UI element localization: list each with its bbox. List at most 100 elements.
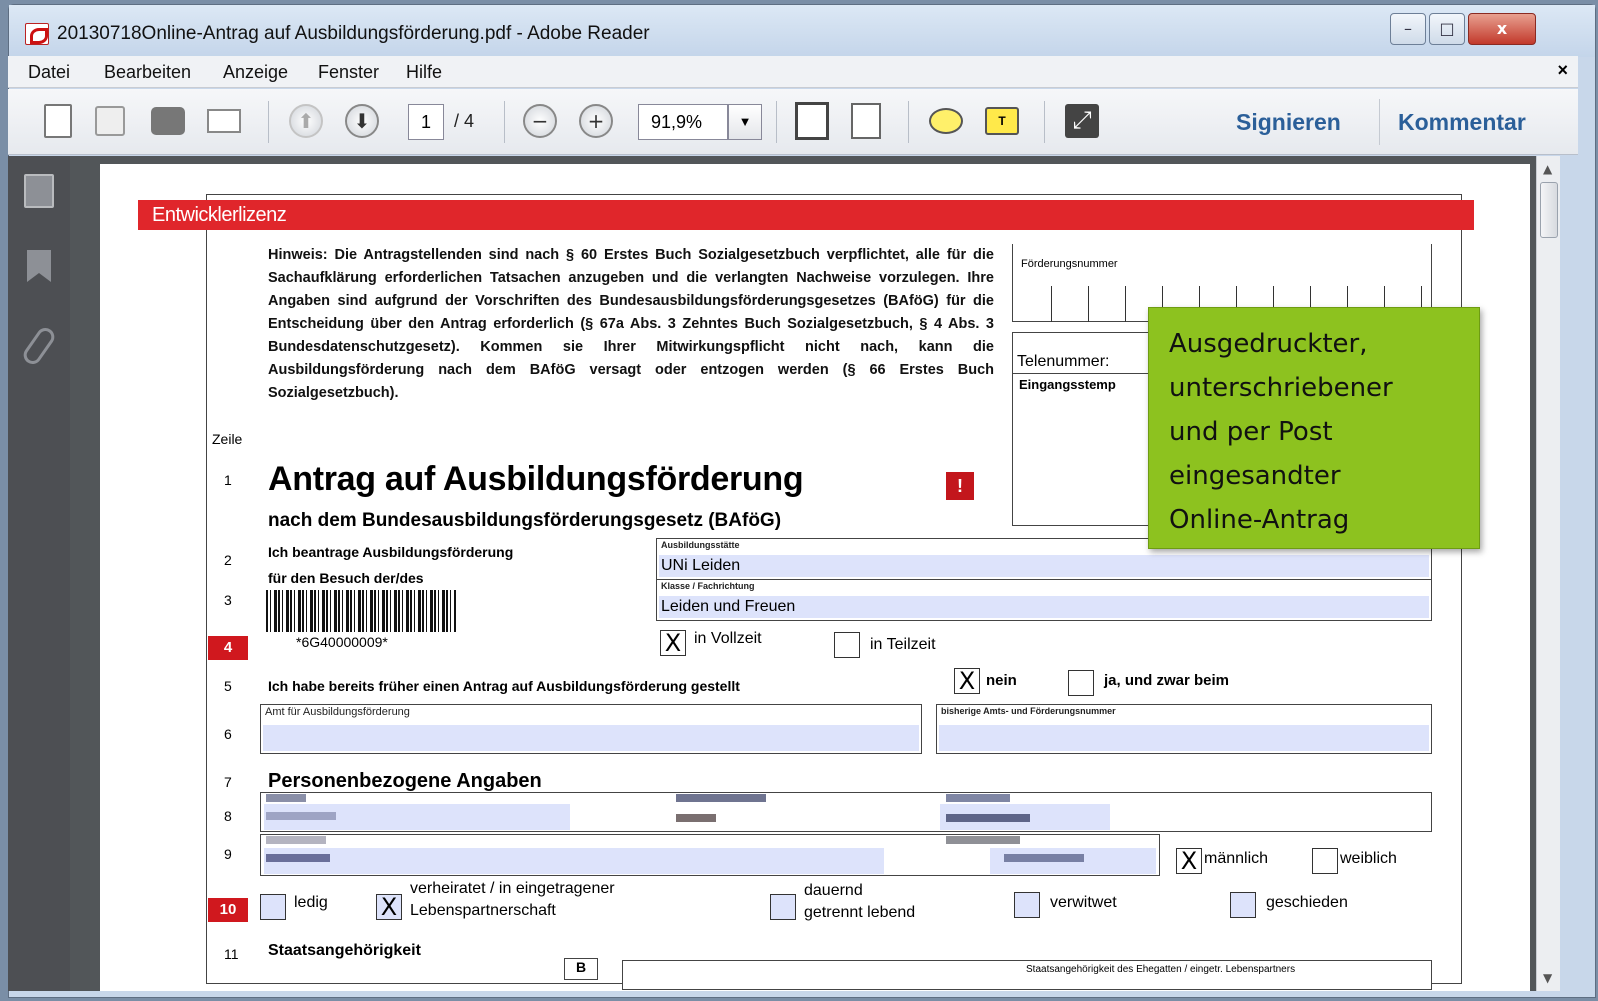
nein-checkbox[interactable]: X (954, 668, 980, 694)
maennlich-checkbox[interactable]: X (1176, 848, 1202, 874)
menu-fenster[interactable]: Fenster (318, 62, 379, 83)
bookmarks-icon[interactable] (27, 250, 51, 282)
menu-datei[interactable]: Datei (28, 62, 70, 83)
teilzeit-checkbox[interactable] (834, 632, 860, 658)
b-marker: B (564, 958, 598, 980)
field-label: bisherige Amts- und Förderungsnummer (941, 706, 1116, 716)
vertical-scrollbar[interactable]: ▲ ▼ (1536, 156, 1560, 991)
callout-line: Ausgedruckter, (1169, 329, 1368, 359)
beantrage-text: Ich beantrage Ausbildungsförderung (268, 544, 514, 560)
save-button[interactable] (90, 101, 130, 141)
klasse-field[interactable]: Klasse / Fachrichtung Leiden und Freuen (656, 579, 1432, 621)
bisherige-nummer-field[interactable]: bisherige Amts- und Förderungsnummer (936, 704, 1432, 754)
ledig-checkbox[interactable] (260, 894, 286, 920)
redacted-text (266, 812, 336, 820)
dauernd-label: dauernd (804, 882, 863, 899)
field-value (263, 725, 919, 751)
staats-ehegatte-label: Staatsangehörigkeit des Ehegatten / eing… (1026, 964, 1296, 975)
print-button[interactable] (148, 101, 188, 141)
annotation-callout: Ausgedruckter, unterschriebener und per … (1148, 307, 1480, 549)
window-title: 20130718Online-Antrag auf Ausbildungsför… (57, 23, 650, 44)
print-icon (151, 107, 185, 135)
zoom-in-button[interactable]: + (576, 101, 616, 141)
comment-icon (929, 108, 963, 134)
getrennt-checkbox[interactable] (770, 894, 796, 920)
page-number-input[interactable]: 1 (408, 104, 444, 140)
toolbar: ⬆ ⬇ 1 / 4 − + 91,9% ▼ T Signieren Kommen… (8, 89, 1578, 155)
sign-button[interactable]: Signieren (1236, 109, 1341, 136)
document-viewer: Hinweis: Die Antragstellenden sind nach … (70, 156, 1536, 991)
save-icon (95, 106, 125, 136)
amt-field[interactable]: Amt für Ausbildungsförderung (260, 704, 922, 754)
toolbar-separator (1379, 99, 1380, 145)
geburtsort-field[interactable] (264, 848, 884, 874)
personenbezogene-heading: Personenbezogene Angaben (268, 770, 542, 792)
toolbar-separator (504, 101, 505, 143)
toolbar-separator (776, 101, 777, 143)
zeile-label: Zeile (212, 431, 243, 447)
vollzeit-checkbox[interactable]: X (660, 630, 686, 656)
fit-page-button[interactable] (792, 101, 832, 141)
besuch-text: für den Besuch der/des (268, 570, 424, 586)
zoom-dropdown[interactable]: ▼ (728, 104, 762, 140)
email-button[interactable] (204, 101, 244, 141)
callout-line: und per Post (1169, 417, 1333, 447)
redacted-text (266, 836, 326, 844)
prev-page-button[interactable]: ⬆ (286, 101, 326, 141)
close-button[interactable]: x (1468, 13, 1536, 45)
verwitwet-label: verwitwet (1050, 894, 1117, 911)
zoom-out-icon: − (523, 104, 557, 138)
comment-button[interactable] (926, 101, 966, 141)
geschieden-checkbox[interactable] (1230, 892, 1256, 918)
field-value (939, 725, 1429, 751)
highlight-button[interactable]: T (982, 101, 1022, 141)
foerderungsnummer-label: Förderungsnummer (1021, 258, 1118, 270)
row-number: 7 (224, 774, 232, 790)
weiblich-checkbox[interactable] (1312, 848, 1338, 874)
fullscreen-button[interactable] (1062, 101, 1102, 141)
menu-anzeige[interactable]: Anzeige (223, 62, 288, 83)
callout-line: eingesandter (1169, 461, 1341, 491)
verwitwet-checkbox[interactable] (1014, 892, 1040, 918)
field-label: Ausbildungsstätte (661, 540, 740, 550)
attachments-icon[interactable] (20, 324, 58, 368)
weiblich-label: weiblich (1340, 850, 1397, 867)
next-page-button[interactable]: ⬇ (342, 101, 382, 141)
hinweis-text: Hinweis: Die Antragstellenden sind nach … (268, 247, 994, 401)
pages-panel-icon[interactable] (24, 174, 54, 208)
maximize-button[interactable]: □ (1429, 13, 1465, 45)
row-number: 5 (224, 678, 232, 694)
zoom-out-button[interactable]: − (520, 101, 560, 141)
fit-width-button[interactable] (846, 101, 886, 141)
menu-hilfe[interactable]: Hilfe (406, 62, 442, 83)
ja-checkbox[interactable] (1068, 670, 1094, 696)
redacted-text (266, 854, 330, 862)
row-number: 8 (224, 808, 232, 824)
page-subtitle: nach dem Bundesausbildungsförderungsgese… (268, 510, 782, 531)
barcode (266, 590, 456, 632)
comment-pane-button[interactable]: Kommentar (1398, 109, 1526, 136)
minimize-button[interactable]: – (1390, 13, 1426, 45)
verheiratet-checkbox[interactable]: X (376, 894, 402, 920)
redacted-text (1004, 854, 1084, 862)
highlight-icon: T (985, 107, 1019, 135)
redacted-text (676, 814, 716, 822)
callout-line: Online-Antrag (1169, 505, 1350, 535)
row-number: 9 (224, 846, 232, 862)
callout-line: unterschriebener (1169, 373, 1393, 403)
redacted-text (946, 836, 1020, 844)
page-total: / 4 (454, 111, 475, 131)
redacted-text (676, 794, 766, 802)
close-document-button[interactable]: × (1557, 60, 1568, 81)
ja-label: ja, und zwar beim (1104, 672, 1230, 689)
barcode-text: *6G40000009* (296, 634, 388, 650)
menu-bearbeiten[interactable]: Bearbeiten (104, 62, 191, 83)
zoom-input[interactable]: 91,9% (638, 104, 728, 140)
scroll-thumb[interactable] (1540, 182, 1558, 238)
edit-doc-button[interactable] (38, 101, 78, 141)
scroll-up-icon[interactable]: ▲ (1543, 162, 1552, 176)
lebenspartnerschaft-label: Lebenspartnerschaft (410, 902, 556, 919)
vollzeit-label: in Vollzeit (694, 630, 762, 647)
scroll-down-icon[interactable]: ▼ (1543, 971, 1552, 985)
nein-label: nein (986, 672, 1017, 689)
